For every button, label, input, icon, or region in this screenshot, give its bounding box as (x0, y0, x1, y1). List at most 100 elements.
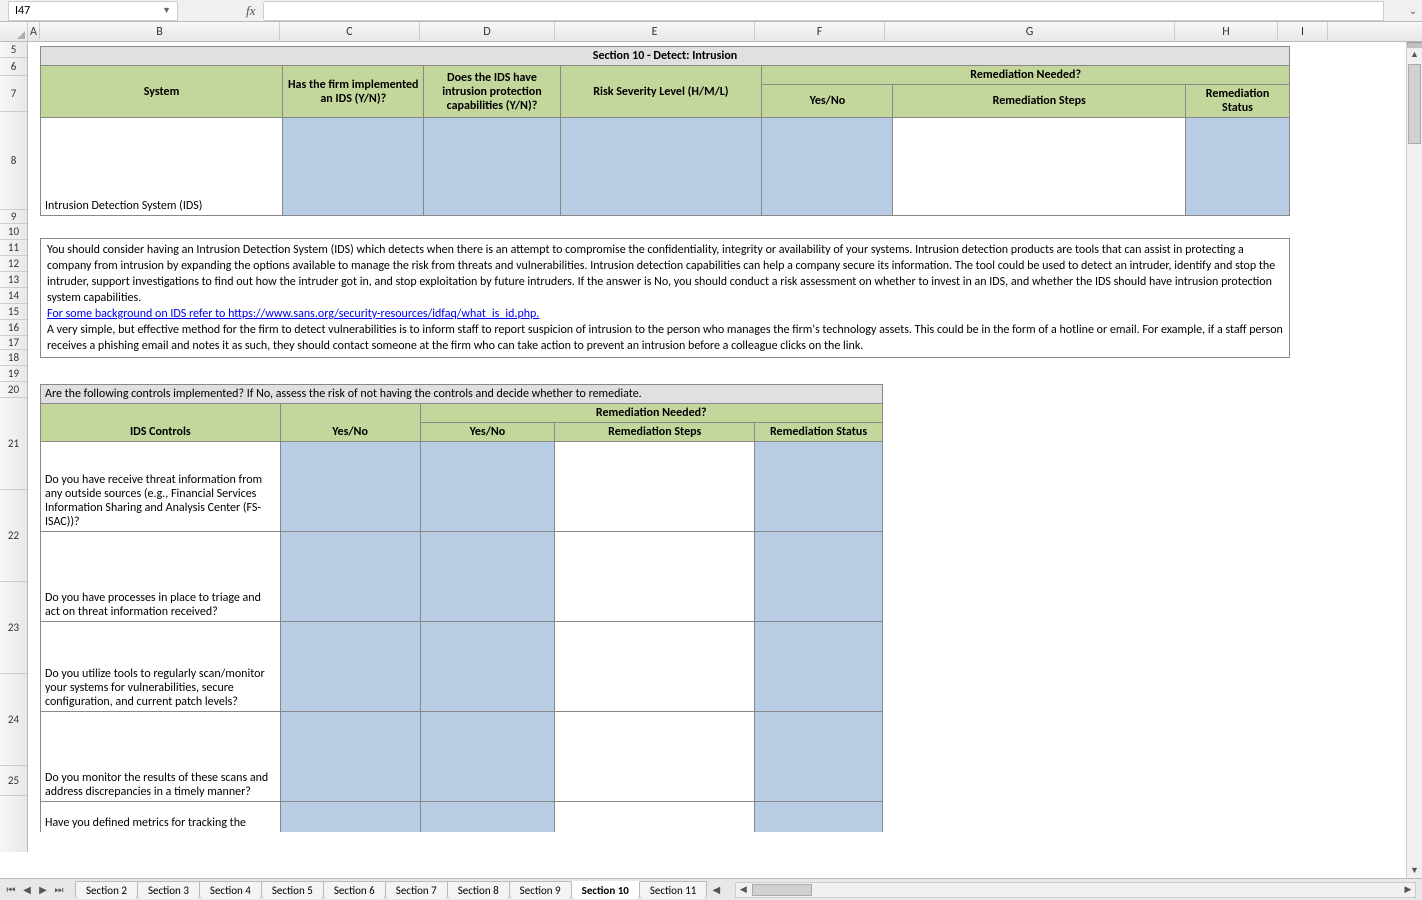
sheet-tab-section-6[interactable]: Section 6 (323, 881, 386, 899)
select-all-corner[interactable] (0, 22, 28, 41)
formula-input[interactable] (264, 1, 1384, 21)
narrative-link[interactable]: For some background on IDS refer to http… (47, 307, 539, 321)
sheet-tab-section-7[interactable]: Section 7 (385, 881, 448, 899)
tab-scroll-right-icon[interactable]: ◀ (707, 883, 725, 896)
tab-next-icon[interactable]: ▶ (36, 882, 50, 898)
table-ids-controls: Are the following controls implemented? … (40, 384, 883, 832)
sheet-tab-section-11[interactable]: Section 11 (639, 881, 708, 899)
horizontal-scrollbar[interactable]: ◀ ▶ (735, 882, 1416, 898)
sheet-tab-section-5[interactable]: Section 5 (261, 881, 324, 899)
control-cell[interactable] (555, 442, 755, 532)
control-cell[interactable] (420, 442, 555, 532)
row-header-25[interactable]: 25 (0, 766, 27, 796)
cell-protection[interactable] (424, 118, 560, 216)
control-cell[interactable] (755, 622, 883, 712)
scroll-up-icon[interactable]: ▲ (1407, 48, 1422, 62)
column-header-C[interactable]: C (280, 22, 420, 41)
control-cell[interactable] (755, 712, 883, 802)
row-header-10[interactable]: 10 (0, 224, 27, 240)
column-header-H[interactable]: H (1175, 22, 1278, 41)
name-box[interactable]: I47 ▼ (8, 1, 178, 21)
row-header-21[interactable]: 21 (0, 398, 27, 490)
control-cell[interactable] (555, 532, 755, 622)
scroll-down-icon[interactable]: ▼ (1407, 864, 1422, 878)
control-cell[interactable] (555, 712, 755, 802)
column-header-F[interactable]: F (755, 22, 885, 41)
control-cell[interactable] (280, 622, 420, 712)
hscroll-left-icon[interactable]: ◀ (736, 884, 750, 895)
cell-rem-status[interactable] (1186, 118, 1290, 216)
sheet-tab-section-2[interactable]: Section 2 (75, 881, 138, 899)
sheet-tab-section-3[interactable]: Section 3 (137, 881, 200, 899)
control-cell[interactable] (555, 622, 755, 712)
control-cell[interactable] (420, 802, 555, 832)
row-header-19[interactable]: 19 (0, 366, 27, 382)
row-header-17[interactable]: 17 (0, 336, 27, 350)
cell-rem-steps[interactable] (893, 118, 1186, 216)
column-header-A[interactable]: A (28, 22, 40, 41)
hscroll-right-icon[interactable]: ▶ (1401, 884, 1415, 895)
row-header-20[interactable]: 20 (0, 382, 27, 398)
control-question[interactable]: Do you utilize tools to regularly scan/m… (41, 622, 281, 712)
row-header-15[interactable]: 15 (0, 304, 27, 320)
row-header-5[interactable]: 5 (0, 42, 27, 58)
control-cell[interactable] (420, 622, 555, 712)
row-header-7[interactable]: 7 (0, 76, 27, 112)
control-question[interactable]: Do you have processes in place to triage… (41, 532, 281, 622)
row-header-9[interactable]: 9 (0, 210, 27, 224)
column-header-I[interactable]: I (1278, 22, 1328, 41)
column-header-D[interactable]: D (420, 22, 555, 41)
control-cell[interactable] (755, 442, 883, 532)
control-cell[interactable] (755, 532, 883, 622)
sheet-tab-section-8[interactable]: Section 8 (447, 881, 510, 899)
header-status: Remediation Status (1186, 85, 1290, 118)
tab-first-icon[interactable]: ⏮ (4, 882, 18, 898)
row-header-22[interactable]: 22 (0, 490, 27, 582)
row-header-6[interactable]: 6 (0, 58, 27, 76)
row-header-18[interactable]: 18 (0, 350, 27, 366)
row-header-14[interactable]: 14 (0, 288, 27, 304)
sheet-tab-section-9[interactable]: Section 9 (509, 881, 572, 899)
fx-label[interactable]: fx (238, 3, 264, 19)
hscroll-thumb[interactable] (752, 884, 812, 896)
row-header-12[interactable]: 12 (0, 256, 27, 272)
control-question[interactable]: Do you have receive threat information f… (41, 442, 281, 532)
formula-bar-expand-icon[interactable]: ⌄ (1404, 4, 1422, 17)
grid-area[interactable]: Section 10 - Detect: Intrusion System Ha… (28, 42, 1422, 852)
cell-severity[interactable] (560, 118, 762, 216)
control-cell[interactable] (280, 532, 420, 622)
control-question[interactable]: Have you defined metrics for tracking th… (41, 802, 281, 832)
section-title: Section 10 - Detect: Intrusion (41, 47, 1290, 66)
cell-rem-yesno[interactable] (762, 118, 893, 216)
row-header-23[interactable]: 23 (0, 582, 27, 674)
control-cell[interactable] (420, 712, 555, 802)
control-cell[interactable] (280, 802, 420, 832)
control-cell[interactable] (420, 532, 555, 622)
name-box-dropdown-icon[interactable]: ▼ (162, 5, 171, 16)
sheet-tab-section-4[interactable]: Section 4 (199, 881, 262, 899)
row-header-8[interactable]: 8 (0, 112, 27, 210)
vertical-scrollbar[interactable]: ▲ ▼ (1406, 42, 1422, 878)
sheet-tab-section-10[interactable]: Section 10 (571, 881, 640, 899)
scroll-track[interactable] (1407, 62, 1422, 864)
row-header-16[interactable]: 16 (0, 320, 27, 336)
tab-last-icon[interactable]: ⏭ (52, 882, 66, 898)
control-question[interactable]: Do you monitor the results of these scan… (41, 712, 281, 802)
scroll-thumb[interactable] (1408, 64, 1421, 144)
tab-prev-icon[interactable]: ◀ (20, 882, 34, 898)
control-cell[interactable] (280, 712, 420, 802)
cell-system[interactable]: Intrusion Detection System (IDS) (41, 118, 283, 216)
column-header-G[interactable]: G (885, 22, 1175, 41)
row-header-11[interactable]: 11 (0, 240, 27, 256)
row-header-13[interactable]: 13 (0, 272, 27, 288)
control-cell[interactable] (755, 802, 883, 832)
row-header-24[interactable]: 24 (0, 674, 27, 766)
column-header-B[interactable]: B (40, 22, 280, 41)
header-implemented: Has the firm implemented an IDS (Y/N)? (283, 66, 424, 118)
control-cell[interactable] (280, 442, 420, 532)
header-t2-yesno: Yes/No (280, 404, 420, 442)
cell-implemented[interactable] (283, 118, 424, 216)
header-remediation-needed: Remediation Needed? (762, 66, 1290, 85)
column-header-E[interactable]: E (555, 22, 755, 41)
control-cell[interactable] (555, 802, 755, 832)
